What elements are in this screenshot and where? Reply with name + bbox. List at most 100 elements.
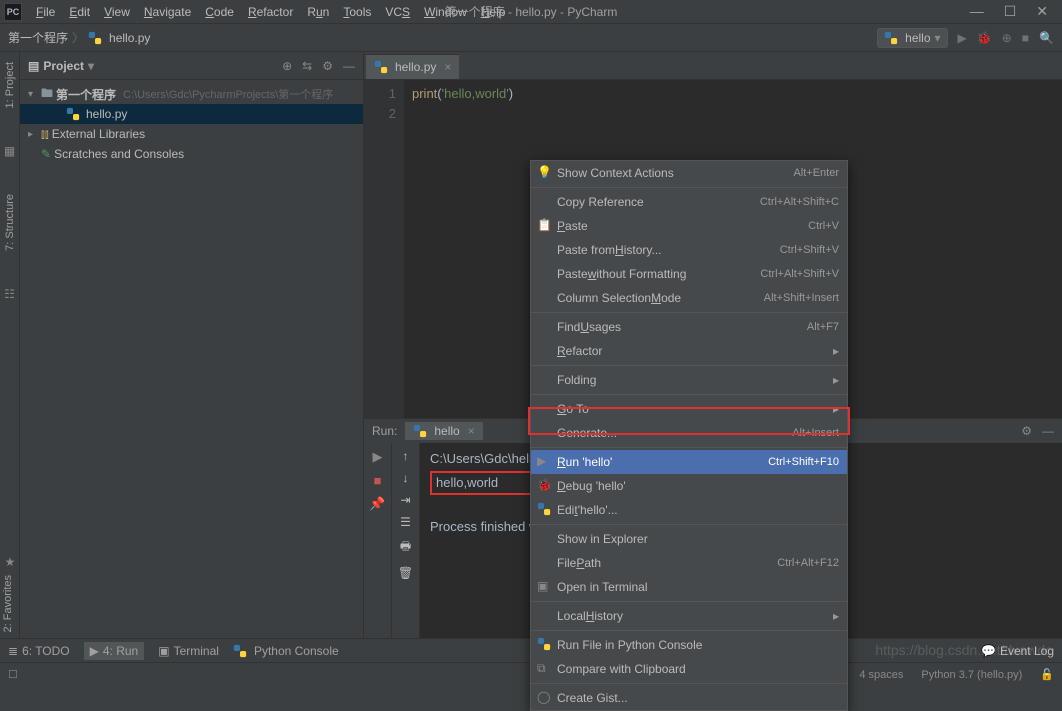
project-tree: ▾ 🖿 第一个程序 C:\Users\Gdc\PycharmProjects\第… (20, 80, 363, 168)
menu-tools[interactable]: Tools (337, 3, 377, 21)
search-everywhere-icon[interactable]: 🔍 (1039, 31, 1054, 45)
tree-project-root[interactable]: ▾ 🖿 第一个程序 C:\Users\Gdc\PycharmProjects\第… (20, 84, 363, 104)
pin-icon[interactable]: 📌 (369, 496, 385, 512)
close-icon[interactable]: ✕ (1036, 3, 1048, 20)
menu-code[interactable]: Code (199, 3, 240, 21)
python-icon (413, 424, 427, 438)
code-token: print (412, 86, 437, 101)
readonly-lock-icon[interactable]: 🔓 (1040, 668, 1054, 681)
ctx-file-path[interactable]: File PathCtrl+Alt+F12 (531, 551, 847, 575)
ctx-paste[interactable]: 📋PasteCtrl+V (531, 214, 847, 238)
ctx-generate[interactable]: Generate...Alt+Insert (531, 421, 847, 445)
ctx-folding[interactable]: Folding▸ (531, 368, 847, 392)
ctx-local-history[interactable]: Local History▸ (531, 604, 847, 628)
maximize-icon[interactable]: ☐ (1004, 3, 1017, 20)
ctx-open-in-terminal[interactable]: ▣Open in Terminal (531, 575, 847, 599)
scroll-icon[interactable]: ☰ (400, 515, 411, 529)
clipboard-icon: 📋 (537, 218, 551, 232)
separator (531, 187, 847, 188)
python-console-tool-button[interactable]: Python Console (233, 644, 339, 658)
print-icon[interactable]: 🖶 (400, 537, 411, 558)
editor-tab-hello[interactable]: hello.py × (366, 54, 459, 79)
ctx-debug-hello[interactable]: 🐞Debug 'hello' (531, 474, 847, 498)
up-icon[interactable]: ↑ (403, 449, 409, 463)
tree-scratches[interactable]: ✎ Scratches and Consoles (20, 144, 363, 164)
separator (531, 601, 847, 602)
menu-refactor[interactable]: Refactor (242, 3, 299, 21)
menu-run[interactable]: Run (301, 3, 335, 21)
project-tool-tab[interactable]: 1: Project (2, 56, 18, 114)
ctx-refactor[interactable]: Refactor▸ (531, 339, 847, 363)
tree-external-libs[interactable]: ▸ ⫾⫾ External Libraries (20, 124, 363, 144)
run-button-icon[interactable]: ▶ (958, 31, 967, 45)
python-icon (537, 502, 551, 519)
editor-context-menu: 💡Show Context ActionsAlt+Enter Copy Refe… (530, 160, 848, 711)
ctx-run-hello[interactable]: ▶Run 'hello'Ctrl+Shift+F10 (531, 450, 847, 474)
python-interpreter[interactable]: Python 3.7 (hello.py) (921, 669, 1022, 681)
close-tab-icon[interactable]: × (444, 60, 451, 74)
window-controls: — ☐ ✕ (970, 3, 1058, 20)
ctx-show-context-actions[interactable]: 💡Show Context ActionsAlt+Enter (531, 161, 847, 185)
rerun-icon[interactable]: ▶ (373, 449, 383, 465)
ctx-copy-reference[interactable]: Copy ReferenceCtrl+Alt+Shift+C (531, 190, 847, 214)
structure-tool-tab[interactable]: 7: Structure (2, 188, 18, 257)
breadcrumb-file[interactable]: hello.py (109, 31, 150, 45)
ctx-find-usages[interactable]: Find UsagesAlt+F7 (531, 315, 847, 339)
todo-tool-button[interactable]: ≣6: TODO (8, 644, 70, 658)
breadcrumb-project[interactable]: 第一个程序 (8, 29, 68, 46)
ctx-paste-history[interactable]: Paste from History...Ctrl+Shift+V (531, 238, 847, 262)
tool-window-quick-access-icon[interactable]: ☐ (8, 668, 18, 681)
coverage-icon[interactable]: ⊕ (1002, 31, 1012, 45)
navigation-bar: 第一个程序 〉 hello.py hello ▾ ▶ 🐞 ⊕ ■ 🔍 (0, 24, 1062, 52)
hide-panel-icon[interactable]: — (343, 59, 355, 73)
run-controls: ▶ 🐞 ⊕ ■ 🔍 (958, 31, 1054, 45)
down-icon[interactable]: ↓ (403, 471, 409, 485)
menu-vcs[interactable]: VCS (379, 3, 416, 21)
breadcrumb-separator-icon: 〉 (72, 29, 84, 46)
wrap-icon[interactable]: ⇥ (400, 493, 410, 507)
debug-button-icon[interactable]: 🐞 (977, 31, 992, 45)
collapse-all-icon[interactable]: ⇆ (302, 59, 312, 73)
locate-icon[interactable]: ⊕ (282, 59, 292, 73)
gear-icon[interactable]: ⚙ (1021, 424, 1032, 438)
terminal-tool-button[interactable]: ▣Terminal (158, 644, 219, 658)
ctx-column-selection[interactable]: Column Selection ModeAlt+Shift+Insert (531, 286, 847, 310)
menu-navigate[interactable]: Navigate (138, 3, 197, 21)
close-tab-icon[interactable]: × (468, 424, 475, 438)
ctx-show-in-explorer[interactable]: Show in Explorer (531, 527, 847, 551)
play-icon: ▶ (537, 454, 551, 468)
ctx-goto[interactable]: Go To▸ (531, 397, 847, 421)
indent-setting[interactable]: 4 spaces (859, 669, 903, 681)
run-tool-button[interactable]: ▶4: Run (84, 642, 145, 660)
menu-edit[interactable]: Edit (63, 3, 96, 21)
library-icon: ⫾⫾ (41, 127, 49, 142)
event-log-button[interactable]: 💬Event Log (981, 644, 1054, 658)
ctx-create-gist[interactable]: ◯Create Gist... (531, 686, 847, 710)
submenu-arrow-icon: ▸ (833, 373, 839, 387)
hide-panel-icon[interactable]: — (1042, 424, 1054, 438)
project-panel-title[interactable]: ▤ Project ▾ (28, 59, 282, 73)
run-tab-label: hello (434, 424, 459, 438)
ctx-edit-hello[interactable]: Edit 'hello'... (531, 498, 847, 522)
favorites-tool-tab[interactable]: 2: Favorites (0, 569, 16, 638)
ctx-run-python-console[interactable]: Run File in Python Console (531, 633, 847, 657)
run-gutter-2: ↑ ↓ ⇥ ☰ 🖶 🗑 (392, 443, 420, 638)
scratch-icon: ✎ (41, 147, 51, 161)
separator (531, 524, 847, 525)
run-config-selector[interactable]: hello ▾ (877, 28, 947, 48)
menu-file[interactable]: File (30, 3, 61, 21)
submenu-arrow-icon: ▸ (833, 344, 839, 358)
menu-view[interactable]: View (98, 3, 136, 21)
run-panel-tab[interactable]: hello × (405, 422, 482, 440)
diff-icon: ⧉ (537, 661, 551, 676)
ctx-paste-without-formatting[interactable]: Paste without FormattingCtrl+Alt+Shift+V (531, 262, 847, 286)
minimize-icon[interactable]: — (970, 3, 984, 20)
stop-icon[interactable]: ■ (1022, 31, 1029, 45)
trash-icon[interactable]: 🗑 (398, 566, 413, 580)
gear-icon[interactable]: ⚙ (322, 59, 333, 73)
separator (531, 447, 847, 448)
tree-file-hello[interactable]: hello.py (20, 104, 363, 124)
terminal-icon: ▣ (158, 644, 169, 658)
stop-icon[interactable]: ■ (374, 473, 382, 488)
ctx-compare-clipboard[interactable]: ⧉Compare with Clipboard (531, 657, 847, 681)
